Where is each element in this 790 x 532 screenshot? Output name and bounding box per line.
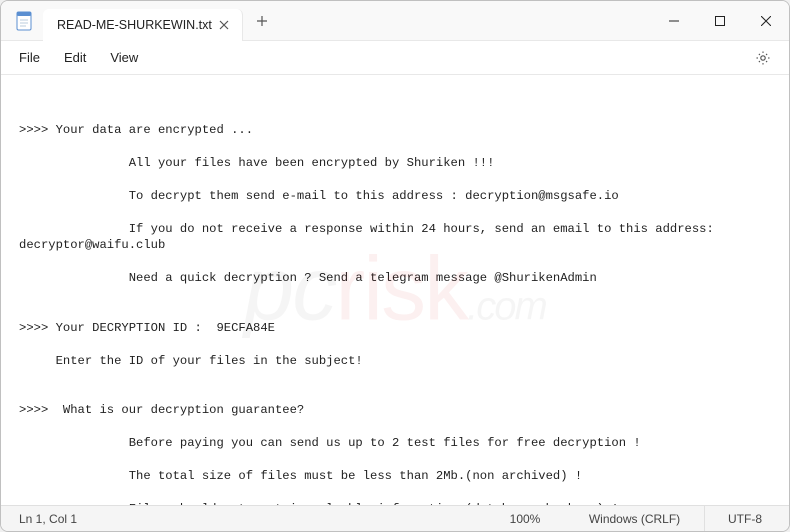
- notepad-window: READ-ME-SHURKEWIN.txt File Edit View: [0, 0, 790, 532]
- minimize-button[interactable]: [651, 1, 697, 40]
- text-line: >>>> Your data are encrypted ...: [19, 123, 253, 137]
- menu-file[interactable]: File: [7, 46, 52, 69]
- text-line: If you do not receive a response within …: [19, 222, 714, 236]
- new-tab-button[interactable]: [247, 6, 277, 36]
- settings-button[interactable]: [749, 44, 777, 72]
- statusbar: Ln 1, Col 1 100% Windows (CRLF) UTF-8: [1, 505, 789, 531]
- menu-view[interactable]: View: [98, 46, 150, 69]
- text-line: Files should not contain valuable inform…: [19, 502, 619, 505]
- encoding[interactable]: UTF-8: [705, 506, 785, 531]
- text-editor-area[interactable]: pcrisk.com >>>> Your data are encrypted …: [1, 75, 789, 505]
- text-line: All your files have been encrypted by Sh…: [19, 156, 494, 170]
- text-line: The total size of files must be less tha…: [19, 469, 582, 483]
- document-tab[interactable]: READ-ME-SHURKEWIN.txt: [43, 9, 243, 41]
- tab-label: READ-ME-SHURKEWIN.txt: [57, 18, 214, 32]
- titlebar: READ-ME-SHURKEWIN.txt: [1, 1, 789, 41]
- close-button[interactable]: [743, 1, 789, 40]
- maximize-button[interactable]: [697, 1, 743, 40]
- cursor-position[interactable]: Ln 1, Col 1: [5, 506, 485, 531]
- line-ending[interactable]: Windows (CRLF): [565, 506, 705, 531]
- text-line: To decrypt them send e-mail to this addr…: [19, 189, 619, 203]
- text-line: Need a quick decryption ? Send a telegra…: [19, 271, 597, 285]
- watermark: pcrisk.com: [244, 229, 546, 351]
- notepad-icon: [15, 12, 33, 30]
- text-line: Before paying you can send us up to 2 te…: [19, 436, 641, 450]
- tab-close-button[interactable]: [214, 15, 234, 35]
- menu-edit[interactable]: Edit: [52, 46, 98, 69]
- text-line: Enter the ID of your files in the subjec…: [19, 354, 363, 368]
- text-line: decryptor@waifu.club: [19, 238, 165, 252]
- zoom-level[interactable]: 100%: [485, 506, 565, 531]
- text-line: >>>> Your DECRYPTION ID : 9ECFA84E: [19, 321, 275, 335]
- text-line: >>>> What is our decryption guarantee?: [19, 403, 304, 417]
- menubar: File Edit View: [1, 41, 789, 75]
- window-controls: [651, 1, 789, 40]
